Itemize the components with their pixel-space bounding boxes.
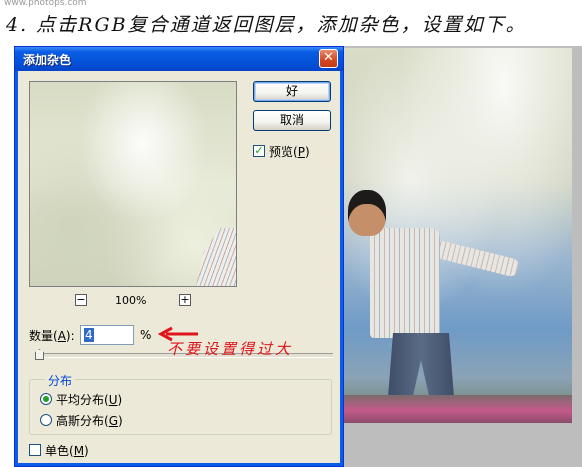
preview-pane[interactable]: [29, 81, 237, 287]
uniform-label: 平均分布(U): [56, 393, 123, 407]
amount-slider-thumb[interactable]: [35, 349, 44, 360]
cancel-button[interactable]: 取消: [253, 110, 331, 131]
zoom-out-button[interactable]: −: [75, 294, 87, 306]
plus-icon: +: [180, 293, 190, 306]
close-button[interactable]: ✕: [319, 49, 338, 68]
gaussian-radio[interactable]: [40, 414, 52, 426]
dialog-title: 添加杂色: [23, 53, 72, 67]
flower-field: [342, 395, 572, 423]
watermark-text: www.photops.com: [4, 0, 87, 8]
document-photo: [342, 48, 572, 423]
preview-shirt-detail: [196, 228, 236, 286]
checkmark-icon: ✓: [254, 144, 264, 157]
preview-checkbox[interactable]: ✓: [253, 145, 265, 157]
distribution-legend: 分布: [45, 372, 76, 389]
person-arm: [427, 238, 520, 278]
amount-input[interactable]: 4: [80, 325, 134, 345]
add-noise-dialog: 添加杂色 ✕ − 100% + 好 取消 ✓ 预览(P) 数量(A): 4 % …: [14, 46, 344, 467]
monochrome-checkbox[interactable]: [29, 444, 41, 456]
preview-label: 预览(P): [269, 145, 310, 159]
zoom-controls: − 100% +: [75, 294, 205, 308]
gaussian-label: 高斯分布(G): [56, 414, 123, 428]
annotation-note: 不要设置得过大: [167, 340, 294, 358]
zoom-in-button[interactable]: +: [179, 294, 191, 306]
step-caption: 4. 点击RGB复合通道返回图层，添加杂色，设置如下。: [6, 14, 527, 36]
amount-label: 数量(A):: [29, 329, 75, 343]
uniform-radio[interactable]: [40, 393, 52, 405]
close-icon: ✕: [323, 50, 334, 65]
person-head: [348, 190, 386, 236]
minus-icon: −: [76, 293, 86, 306]
dialog-titlebar[interactable]: 添加杂色 ✕: [15, 47, 343, 71]
zoom-level: 100%: [115, 294, 147, 307]
percent-unit: %: [140, 328, 152, 342]
ok-button[interactable]: 好: [253, 81, 331, 102]
monochrome-label: 单色(M): [45, 444, 89, 458]
person-shirt: [370, 228, 440, 338]
